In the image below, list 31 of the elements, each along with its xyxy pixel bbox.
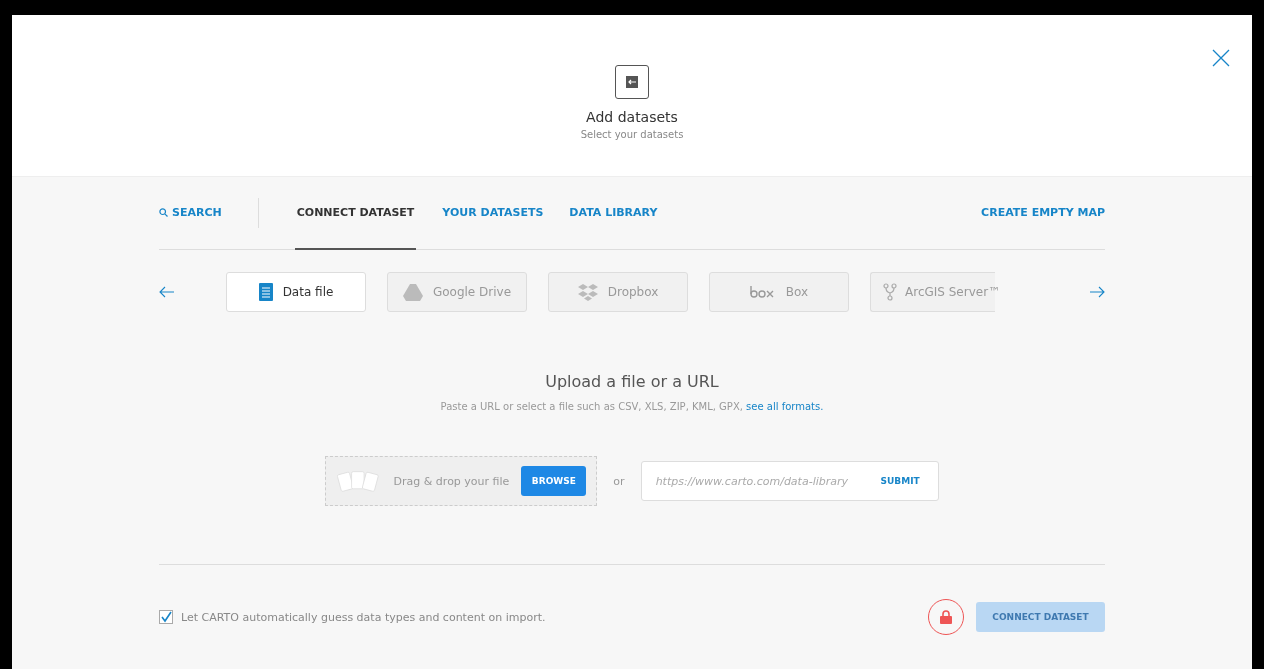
browse-button[interactable]: BROWSE xyxy=(521,466,587,496)
upload-title: Upload a file or a URL xyxy=(545,372,719,391)
right-arrow-icon[interactable] xyxy=(1089,286,1105,298)
left-arrow-icon[interactable] xyxy=(159,286,175,298)
search-tab[interactable]: SEARCH xyxy=(159,177,222,250)
import-icon xyxy=(615,65,649,99)
dialog-title: Add datasets xyxy=(586,109,678,125)
drop-zone[interactable]: Drag & drop your file BROWSE xyxy=(325,456,598,506)
document-icon xyxy=(258,283,273,301)
branch-icon xyxy=(883,283,897,301)
boxes-icon xyxy=(577,283,598,301)
upload-description: Paste a URL or select a file such as CSV, XLS, ZIP, KML, GPX, see all formats. xyxy=(440,401,824,412)
source-button[interactable]: Box xyxy=(709,272,849,312)
source-button[interactable]: Data file xyxy=(226,272,366,312)
submit-button[interactable]: SUBMIT xyxy=(874,475,926,487)
box-logo-icon xyxy=(749,286,776,298)
checkbox[interactable] xyxy=(159,610,173,624)
url-field[interactable]: https://www.carto.com/data-library SUBMIT xyxy=(640,461,939,501)
source-button[interactable]: Dropbox xyxy=(548,272,688,312)
checkbox-label: Let CARTO automatically guess data types and content on import. xyxy=(181,610,546,624)
close-icon[interactable] xyxy=(1212,49,1230,67)
create-empty-map-link[interactable]: CREATE EMPTY MAP xyxy=(981,177,1105,250)
or-label: or xyxy=(613,474,625,488)
dialog-subtitle: Select your datasets xyxy=(580,129,684,140)
drop-label: Drag & drop your file xyxy=(393,474,510,488)
tab[interactable]: YOUR DATASETS xyxy=(442,177,544,250)
search-icon xyxy=(159,208,168,217)
formats-link[interactable]: see all formats. xyxy=(746,401,824,412)
tab[interactable]: CONNECT DATASET xyxy=(294,177,417,250)
tab[interactable]: DATA LIBRARY xyxy=(569,177,658,250)
source-button[interactable]: Google Drive xyxy=(387,272,527,312)
